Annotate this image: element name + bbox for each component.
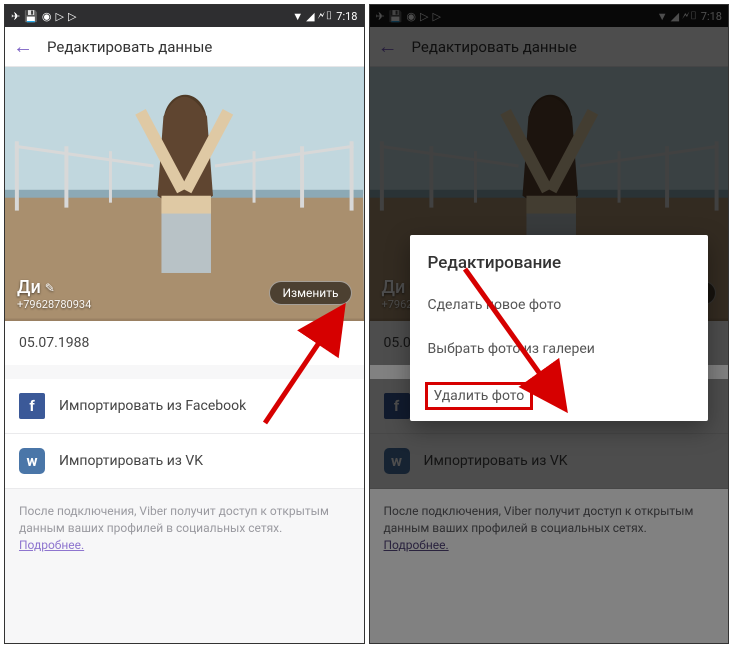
facebook-icon: f	[19, 393, 45, 419]
import-facebook-row[interactable]: f Импортировать из Facebook	[5, 379, 364, 434]
import-vk-row[interactable]: w Импортировать из VK	[5, 434, 364, 489]
edit-photo-dialog: Редактирование Сделать новое фото Выбрат…	[410, 235, 709, 421]
birthday-value: 05.07.1988	[19, 335, 89, 351]
dialog-option-new-photo[interactable]: Сделать новое фото	[410, 283, 709, 327]
dialog-title: Редактирование	[410, 235, 709, 283]
change-photo-button[interactable]: Изменить	[269, 281, 351, 305]
screenshot-left: ✈ 💾 ◉ ▷ ▷ ▼ ◢ 🗲▯ 7:18 ← Редактировать да…	[4, 4, 365, 644]
battery-icon: 🗲▯	[318, 9, 334, 23]
profile-photo-area[interactable]: Ди ✎ +79628780934 Изменить	[5, 67, 364, 321]
vk-icon: w	[19, 448, 45, 474]
profile-name[interactable]: Ди	[17, 277, 41, 298]
app-bar-title: Редактировать данные	[47, 38, 212, 56]
birthday-row[interactable]: 05.07.1988	[5, 321, 364, 365]
play-icon: ▷	[68, 10, 76, 23]
screenshot-right: ✈ 💾 ◉ ▷ ▷ ▼ ◢ 🗲▯ 7:18 ← Редактировать да…	[369, 4, 730, 644]
learn-more-link[interactable]: Подробнее.	[19, 538, 84, 552]
dialog-option-delete[interactable]: Удалить фото	[410, 371, 709, 421]
telegram-icon: ✈	[11, 10, 20, 23]
dialog-option-gallery[interactable]: Выбрать фото из галереи	[410, 327, 709, 371]
save-icon: 💾	[24, 10, 38, 23]
back-arrow-icon[interactable]: ←	[13, 34, 33, 59]
signal-icon: ◢	[306, 10, 314, 23]
edit-name-icon[interactable]: ✎	[45, 281, 55, 295]
play-icon: ▷	[56, 10, 64, 23]
name-block: Ди ✎ +79628780934	[17, 277, 91, 311]
viber-icon: ◉	[42, 10, 52, 23]
import-fb-label: Импортировать из Facebook	[59, 398, 246, 414]
wifi-icon: ▼	[292, 10, 303, 23]
status-bar: ✈ 💾 ◉ ▷ ▷ ▼ ◢ 🗲▯ 7:18	[5, 5, 364, 27]
import-vk-label: Импортировать из VK	[59, 453, 203, 469]
app-bar: ← Редактировать данные	[5, 27, 364, 67]
status-time: 7:18	[336, 10, 357, 23]
privacy-note: После подключения, Viber получит доступ …	[5, 489, 364, 567]
profile-phone: +79628780934	[17, 298, 91, 311]
